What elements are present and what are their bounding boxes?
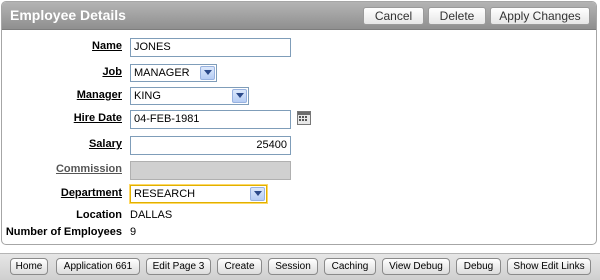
caching-button[interactable]: Caching: [324, 258, 376, 275]
name-row: Name JONES: [2, 38, 598, 57]
job-row: Job MANAGER: [2, 64, 598, 82]
hire-date-row: Hire Date 04-FEB-1981: [2, 110, 598, 129]
job-select[interactable]: MANAGER: [130, 64, 217, 82]
edit-page-button[interactable]: Edit Page 3: [146, 258, 211, 275]
manager-label[interactable]: Manager: [77, 89, 122, 101]
department-label[interactable]: Department: [61, 187, 122, 199]
hire-date-input[interactable]: 04-FEB-1981: [130, 110, 291, 129]
manager-row: Manager KING: [2, 87, 598, 105]
home-button[interactable]: Home: [10, 258, 48, 275]
number-of-employees-row: Number of Employees 9: [2, 224, 598, 242]
manager-select-value: KING: [134, 90, 161, 102]
create-button[interactable]: Create: [217, 258, 262, 275]
chevron-down-icon[interactable]: [200, 66, 215, 80]
chevron-down-icon[interactable]: [232, 89, 247, 103]
department-row: Department RESEARCH: [2, 185, 598, 203]
location-row: Location DALLAS: [2, 207, 598, 225]
apply-changes-button[interactable]: Apply Changes: [490, 7, 590, 25]
commission-row: Commission: [2, 161, 598, 180]
developer-toolbar: Home Application 661 Edit Page 3 Create …: [0, 253, 600, 280]
application-button[interactable]: Application 661: [56, 258, 140, 275]
region-title: Employee Details: [10, 7, 126, 23]
number-of-employees-label: Number of Employees: [5, 226, 122, 238]
commission-input: [130, 161, 291, 180]
delete-button[interactable]: Delete: [428, 7, 486, 25]
employee-details-region: Employee Details Cancel Delete Apply Cha…: [1, 1, 597, 245]
cancel-button[interactable]: Cancel: [363, 7, 424, 25]
show-edit-links-button[interactable]: Show Edit Links: [507, 258, 591, 275]
commission-label[interactable]: Commission: [56, 163, 122, 175]
job-select-value: MANAGER: [134, 67, 190, 79]
name-label[interactable]: Name: [92, 40, 122, 52]
department-select[interactable]: RESEARCH: [130, 185, 267, 203]
salary-label[interactable]: Salary: [89, 138, 122, 150]
location-value: DALLAS: [130, 209, 173, 221]
location-label: Location: [76, 209, 122, 221]
region-header: Employee Details Cancel Delete Apply Cha…: [2, 2, 596, 30]
session-button[interactable]: Session: [268, 258, 318, 275]
chevron-down-icon[interactable]: [250, 187, 265, 201]
view-debug-button[interactable]: View Debug: [382, 258, 450, 275]
number-of-employees-value: 9: [130, 226, 137, 238]
debug-button[interactable]: Debug: [456, 258, 501, 275]
department-select-value: RESEARCH: [134, 188, 196, 200]
name-input[interactable]: JONES: [130, 38, 291, 57]
calendar-icon[interactable]: [297, 111, 311, 125]
job-label[interactable]: Job: [102, 66, 122, 78]
salary-input[interactable]: 25400: [130, 136, 291, 155]
manager-select[interactable]: KING: [130, 87, 249, 105]
salary-row: Salary 25400: [2, 136, 598, 155]
hire-date-label[interactable]: Hire Date: [74, 112, 122, 124]
